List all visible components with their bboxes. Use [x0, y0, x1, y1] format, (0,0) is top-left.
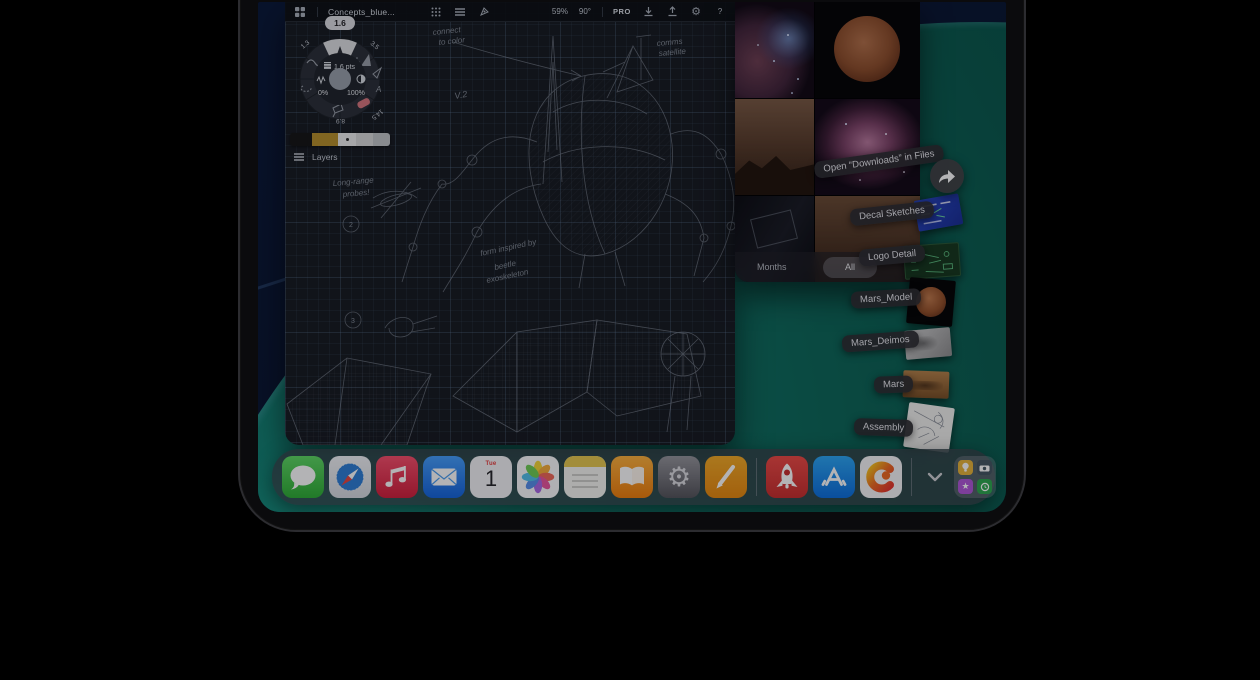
- pen-nib-icon[interactable]: [477, 4, 491, 20]
- canvas-annotation-number-2: 2: [349, 222, 353, 229]
- tool-wheel[interactable]: 1.6 A: [293, 16, 389, 128]
- ipad-screen: connect to color comms satellite V.2 Lon…: [258, 2, 1006, 512]
- document-title[interactable]: Concepts_blue...: [328, 7, 395, 17]
- concepts-c-icon: [860, 456, 902, 498]
- dock-app-books[interactable]: [611, 456, 653, 498]
- messages-bubble-icon: [282, 456, 324, 498]
- canvas-annotation-number-3: 3: [351, 318, 355, 325]
- zoom-level[interactable]: 59%: [552, 4, 568, 20]
- swatch-gray[interactable]: [373, 133, 390, 146]
- canvas-annotation-connect-2: to color: [438, 35, 465, 47]
- music-note-icon: [376, 456, 418, 498]
- dock-app-messages[interactable]: [282, 456, 324, 498]
- dock-divider: [911, 458, 912, 496]
- dock-app-mail[interactable]: [423, 456, 465, 498]
- share-forward-button[interactable]: [930, 159, 964, 193]
- chevron-down-icon: [925, 471, 945, 483]
- mail-envelope-icon: [423, 456, 465, 498]
- layers-stack-icon[interactable]: [453, 4, 467, 20]
- ipad-device: connect to color comms satellite V.2 Lon…: [238, 0, 1026, 532]
- dock-app-notes[interactable]: [564, 456, 606, 498]
- dock-app-concepts[interactable]: [860, 456, 902, 498]
- layers-menu-icon: [293, 152, 305, 162]
- notes-header-band: [564, 456, 606, 467]
- photos-app-window: Months All: [735, 2, 920, 282]
- app-library-star-icon: ★: [958, 479, 973, 494]
- forward-arrow-icon: [937, 167, 957, 185]
- swatch-gold[interactable]: [312, 133, 338, 146]
- photo-mars-landscape[interactable]: [735, 99, 814, 195]
- tool-size-tab: 1.6: [334, 18, 346, 28]
- app-library-tips-icon: [958, 460, 973, 475]
- toolbar-divider: [317, 7, 318, 17]
- dock: Tue 1: [272, 449, 995, 505]
- pro-badge[interactable]: PRO: [613, 4, 631, 20]
- photo-mars-globe[interactable]: [815, 2, 920, 98]
- tool-size-label-br: 14.5: [370, 107, 384, 121]
- dock-app-music[interactable]: [376, 456, 418, 498]
- dock-app-appstore[interactable]: [813, 456, 855, 498]
- swatch-white-selected[interactable]: [338, 133, 356, 146]
- layers-label: Layers: [312, 152, 338, 162]
- toolbar-divider: [602, 7, 603, 17]
- tab-months[interactable]: Months: [757, 262, 787, 272]
- app-library-clock-icon: [977, 479, 992, 494]
- canvas-annotation-probes-2: probes!: [341, 188, 370, 199]
- dock-divider: [756, 458, 757, 496]
- dock-app-settings[interactable]: ⚙: [658, 456, 700, 498]
- layers-button[interactable]: Layers: [293, 152, 338, 162]
- export-share-icon[interactable]: [665, 4, 679, 20]
- app-library-camera-icon: [977, 460, 992, 475]
- dock-app-library[interactable]: ★: [954, 456, 996, 498]
- canvas-annotation-version: V.2: [454, 89, 468, 101]
- drag-label-assembly[interactable]: Assembly: [854, 418, 914, 437]
- linea-pen-icon: [705, 456, 747, 498]
- rotation-angle[interactable]: 90°: [578, 4, 592, 20]
- swatch-light-gray[interactable]: [356, 133, 373, 146]
- dock-app-safari[interactable]: [329, 456, 371, 498]
- opacity-max-label: 100%: [347, 90, 365, 97]
- help-button[interactable]: ?: [713, 4, 727, 20]
- canvas-annotation-probes-1: Long-range: [332, 175, 374, 188]
- canvas-annotation-comms-2: satellite: [658, 47, 686, 58]
- photo-flame-nebula[interactable]: [735, 2, 814, 98]
- dock-collapse-button[interactable]: [921, 456, 949, 498]
- canvas-annotation-form-1: form inspired by: [480, 237, 539, 258]
- photo-orion-nebula[interactable]: [815, 99, 920, 195]
- photo-background: connect to color comms satellite V.2 Lon…: [0, 0, 1260, 680]
- dock-app-rocket[interactable]: [766, 456, 808, 498]
- opacity-min-label: 0%: [318, 90, 328, 97]
- canvas-annotation-form-3: exoskeleton: [486, 267, 530, 285]
- settings-gear-glyph: ⚙: [667, 464, 691, 491]
- dots-grid-icon[interactable]: [429, 4, 443, 20]
- color-palette-bar: [290, 133, 390, 146]
- calendar-day: 1: [470, 466, 512, 492]
- text-tool-icon: A: [375, 85, 381, 94]
- safari-compass-icon: [329, 456, 371, 498]
- settings-gear-icon[interactable]: ⚙: [689, 4, 703, 20]
- dock-app-calendar[interactable]: Tue 1: [470, 456, 512, 498]
- dock-app-photos[interactable]: [517, 456, 559, 498]
- concepts-app-window: connect to color comms satellite V.2 Lon…: [285, 2, 735, 445]
- swatch-black[interactable]: [290, 133, 312, 146]
- photos-flower-icon: [517, 456, 559, 498]
- tool-size-label-tr: 3.5: [369, 40, 381, 51]
- dock-app-linea[interactable]: [705, 456, 747, 498]
- books-open-book-icon: [611, 456, 653, 498]
- import-icon[interactable]: [641, 4, 655, 20]
- tool-size-label-tl: 1.3: [300, 39, 312, 50]
- drag-label-mars[interactable]: Mars: [874, 375, 914, 393]
- brush-preview[interactable]: [329, 68, 351, 90]
- rocket-icon: [766, 456, 808, 498]
- tool-size-label-b: 8.9: [336, 117, 345, 124]
- appstore-a-icon: [813, 456, 855, 498]
